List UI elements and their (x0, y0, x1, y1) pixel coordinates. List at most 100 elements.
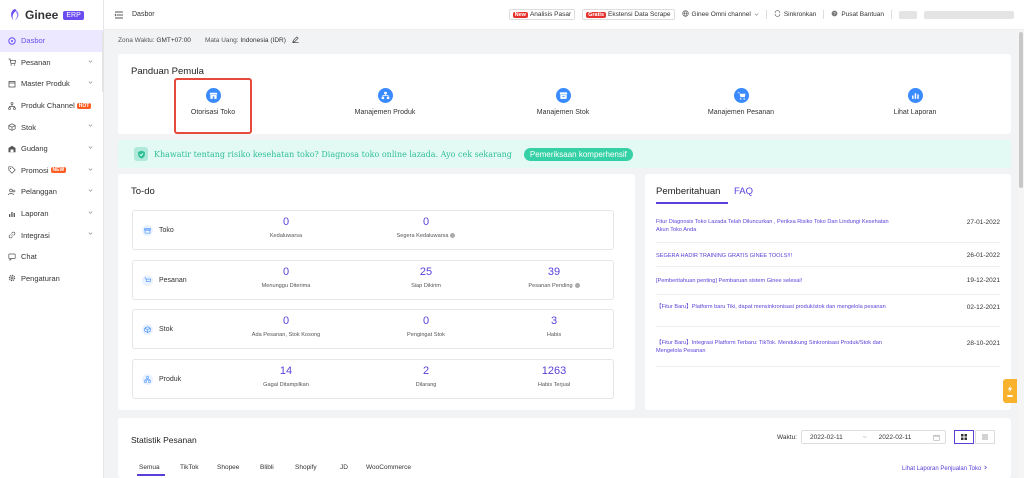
date-to[interactable]: 2022-02-11 (879, 434, 912, 441)
notif-text[interactable]: Fitur Diagnosis Toko Lazada Telah Dilunc… (656, 218, 896, 234)
stat-siap-dikirim[interactable]: 25 Siap Dikirim (366, 266, 486, 289)
guide-manajemen-produk[interactable]: Manajemen Produk (340, 80, 430, 116)
notif-item[interactable]: Fitur Diagnosis Toko Lazada Telah Dilunc… (656, 216, 1000, 243)
stat-pesanan-pending[interactable]: 39 Pesanan Pending (494, 266, 614, 289)
stat-dilarang[interactable]: 2 Dilarang (366, 365, 486, 388)
guide-manajemen-pesanan[interactable]: Manajemen Pesanan (696, 80, 786, 116)
notif-text[interactable]: 【Fitur Baru】Integrasi Platform Terbaru: … (656, 339, 896, 355)
omni-channel-label: Ginee Omni channel (691, 11, 751, 18)
date-from[interactable]: 2022-02-11 (810, 434, 843, 441)
stat-habis[interactable]: 3 Habis (494, 315, 614, 338)
guide-lihat-laporan[interactable]: Lihat Laporan (870, 80, 960, 116)
stat-label: Ada Pesanan, Stok Kosong (251, 332, 321, 338)
stat-value: 0 (282, 315, 290, 327)
tab-faq[interactable]: FAQ (734, 186, 753, 197)
tab-shopify[interactable]: Shopify (295, 464, 317, 471)
sidebar-item-laporan[interactable]: Laporan (0, 203, 103, 225)
redacted-shop[interactable] (924, 10, 1014, 19)
tab-blibli[interactable]: Blibli (260, 464, 274, 471)
stat-kedaluwarsa[interactable]: 0 Kedaluwarsa (226, 216, 346, 239)
todo-row-label: Toko (142, 225, 174, 236)
redacted-account[interactable] (899, 10, 917, 19)
analisis-pasar-button[interactable]: New Analisis Pasar (508, 9, 576, 20)
pusat-bantuan-button[interactable]: ? Pusat Bantuan (831, 10, 884, 19)
todo-row-produk: Produk 14 Gagal Ditampilkan 2 Dilarang 126… (132, 359, 614, 399)
tab-woocommerce[interactable]: WooCommerce (366, 464, 411, 471)
logo[interactable]: Ginee ERP (0, 0, 103, 30)
users-icon (7, 187, 17, 197)
grid-view-button[interactable] (954, 430, 974, 444)
guide-manajemen-stok[interactable]: Manajemen Stok (518, 80, 608, 116)
tab-shopee[interactable]: Shopee (217, 464, 239, 471)
menu-collapse-icon[interactable] (114, 10, 124, 20)
notif-text[interactable]: 【Fitur Baru】Platform baru Tiki, dapat me… (656, 303, 896, 311)
timezone: Zona Waktu: GMT+07:00 (118, 37, 191, 44)
sidebar-item-master-produk[interactable]: Master Produk (0, 73, 103, 95)
sidebar-item-label: Pelanggan (21, 187, 57, 197)
notif-item[interactable]: 【Fitur Baru】Platform baru Tiki, dapat me… (656, 295, 1000, 327)
guide-otorisasi-toko[interactable]: Otorisasi Toko (168, 80, 258, 116)
stat-habis-terjual[interactable]: 1263 Habis Terjual (494, 365, 614, 388)
tab-jd[interactable]: JD (340, 464, 348, 471)
notif-item[interactable]: [Pemberitahuan penting] Pembaruan sistem… (656, 267, 1000, 295)
waktu-label: Waktu: (777, 434, 797, 441)
diagnosis-banner[interactable]: Khawatir tentang risiko kesehatan toko? … (118, 140, 1011, 168)
notif-text[interactable]: [Pemberitahuan penting] Pembaruan sistem… (656, 277, 896, 285)
sidebar: Ginee ERP Dasbor Pesanan Master Produk P… (0, 0, 104, 478)
sales-report-link[interactable]: Lihat Laporan Penjualan Toko (902, 465, 988, 472)
panduan-pemula-card: Panduan Pemula Otorisasi Toko Manajemen … (118, 54, 1011, 134)
fab-dots (1007, 395, 1013, 397)
sidebar-item-promosi[interactable]: Promosi NEW (0, 160, 103, 182)
sidebar-item-integrasi[interactable]: Integrasi (0, 224, 103, 246)
stat-pengingat-stok[interactable]: 0 Pengingat Stok (366, 315, 486, 338)
sidebar-item-stok[interactable]: Stok (0, 116, 103, 138)
stat-value: 2 (422, 365, 430, 377)
notif-text[interactable]: SEGERA HADIR TRAINING GRATIS GINEE TOOLS… (656, 252, 896, 260)
sidebar-item-label: Stok (21, 122, 37, 132)
notif-item[interactable]: SEGERA HADIR TRAINING GRATIS GINEE TOOLS… (656, 243, 1000, 267)
new-tag: New (512, 11, 528, 18)
omni-channel-dropdown[interactable]: Ginee Omni channel (681, 10, 759, 19)
pusat-bantuan-label: Pusat Bantuan (841, 11, 884, 18)
sidebar-scrollbar[interactable] (102, 32, 104, 92)
tab-tiktok[interactable]: TikTok (180, 464, 199, 471)
sidebar-item-pengaturan[interactable]: Pengaturan (0, 268, 103, 290)
stat-gagal-ditampilkan[interactable]: 14 Gagal Ditampilkan (226, 365, 346, 388)
tab-semua[interactable]: Semua (139, 464, 160, 471)
stat-label: Habis Terjual (537, 382, 571, 388)
ginee-logo-icon (11, 8, 19, 21)
gratis-tag: Gratis (586, 11, 607, 18)
sinkronkan-button[interactable]: Sinkronkan (774, 10, 816, 19)
stat-menunggu-diterima[interactable]: 0 Menunggu Diterima (226, 266, 346, 289)
tab-pemberitahuan[interactable]: Pemberitahuan (656, 186, 720, 197)
currency-value: Indonesia (IDR) (240, 37, 286, 44)
calendar-icon[interactable] (933, 434, 940, 441)
chevron-down-icon (88, 146, 93, 149)
page-breadcrumb: Dasbor (132, 11, 155, 18)
stat-stok-kosong[interactable]: 0 Ada Pesanan, Stok Kosong (226, 315, 346, 338)
stat-label: Habis (546, 332, 562, 338)
notif-item[interactable]: 【Fitur Baru】Integrasi Platform Terbaru: … (656, 327, 1000, 367)
page-scrollbar-thumb[interactable] (1019, 32, 1023, 188)
sidebar-item-chat[interactable]: Chat (0, 246, 103, 268)
box-icon (7, 79, 17, 89)
sidebar-item-produk-channel[interactable]: Produk Channel HOT (0, 95, 103, 117)
stat-segera-kedaluwarsa[interactable]: 0 Segera Kedaluwarsa (366, 216, 486, 239)
pemeriksaan-button[interactable]: Pemeriksaan komperhensif (523, 147, 633, 161)
stat-label: Gagal Ditampilkan (263, 382, 309, 388)
sidebar-item-pelanggan[interactable]: Pelanggan (0, 181, 103, 203)
promo-tag-icon (7, 165, 17, 175)
sidebar-item-dasbor[interactable]: Dasbor (0, 30, 103, 52)
edit-icon[interactable] (292, 36, 299, 43)
question-icon[interactable] (450, 233, 456, 238)
chat-icon (7, 252, 17, 262)
sidebar-item-gudang[interactable]: Gudang (0, 138, 103, 160)
list-view-button[interactable] (975, 430, 995, 444)
floating-assistant-button[interactable] (1003, 379, 1017, 403)
date-range-picker[interactable]: 2022-02-11 ~ 2022-02-11 (801, 430, 946, 444)
ekstensi-button[interactable]: Gratis Ekstensi Data Scrape (582, 9, 675, 20)
question-icon[interactable] (574, 283, 580, 288)
todo-row-label: Stok (142, 324, 173, 335)
sidebar-item-pesanan[interactable]: Pesanan (0, 52, 103, 74)
todo-row-label: Pesanan (142, 275, 187, 286)
